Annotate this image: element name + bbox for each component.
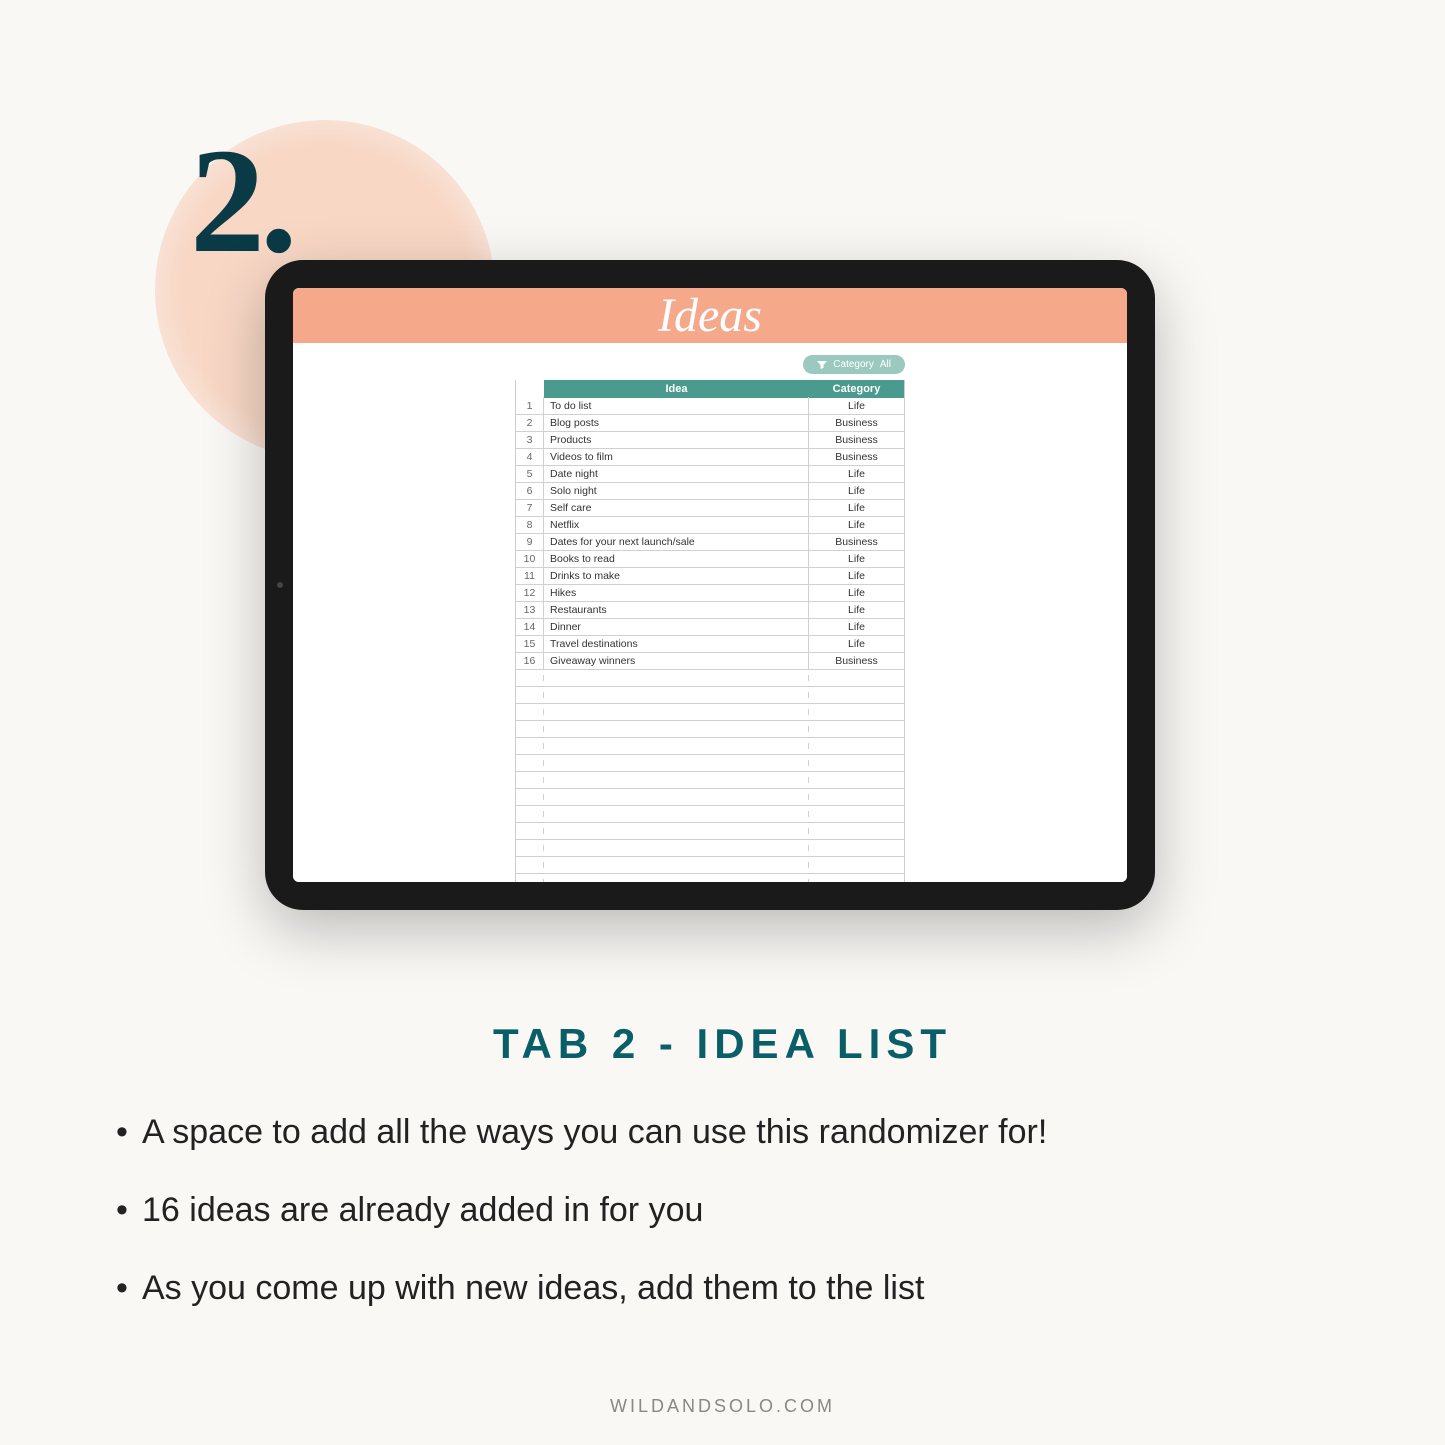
- row-number: 10: [516, 550, 544, 568]
- row-number: 6: [516, 482, 544, 500]
- ideas-table: Idea Category 1To do listLife2Blog posts…: [515, 380, 905, 882]
- row-category: Life: [809, 550, 904, 568]
- table-row[interactable]: 6Solo nightLife: [516, 483, 904, 500]
- table-row-empty[interactable]: [516, 840, 904, 857]
- row-number: 14: [516, 618, 544, 636]
- row-number: 16: [516, 652, 544, 670]
- row-idea: Travel destinations: [544, 635, 809, 653]
- bullet-item: A space to add all the ways you can use …: [110, 1110, 1335, 1156]
- table-row-empty[interactable]: [516, 806, 904, 823]
- row-number: 13: [516, 601, 544, 619]
- row-idea: Solo night: [544, 482, 809, 500]
- table-row-empty[interactable]: [516, 670, 904, 687]
- step-number: 2.: [190, 115, 293, 287]
- row-idea: Dinner: [544, 618, 809, 636]
- table-row[interactable]: 3ProductsBusiness: [516, 432, 904, 449]
- table-row-empty[interactable]: [516, 687, 904, 704]
- row-category: Business: [809, 414, 904, 432]
- section-title: TAB 2 - IDEA LIST: [0, 1020, 1445, 1068]
- table-row[interactable]: 12HikesLife: [516, 585, 904, 602]
- row-idea: Books to read: [544, 550, 809, 568]
- row-idea: Self care: [544, 499, 809, 517]
- row-idea: Netflix: [544, 516, 809, 534]
- table-row-empty[interactable]: [516, 772, 904, 789]
- app-header: Ideas: [293, 288, 1127, 343]
- table-row-empty[interactable]: [516, 721, 904, 738]
- row-idea: Drinks to make: [544, 567, 809, 585]
- table-row[interactable]: 15Travel destinationsLife: [516, 636, 904, 653]
- table-row[interactable]: 1To do listLife: [516, 398, 904, 415]
- row-category: Life: [809, 584, 904, 602]
- row-category: Life: [809, 499, 904, 517]
- row-idea: To do list: [544, 397, 809, 415]
- row-number: 15: [516, 635, 544, 653]
- row-category: Life: [809, 618, 904, 636]
- row-idea: Dates for your next launch/sale: [544, 533, 809, 551]
- table-row[interactable]: 14DinnerLife: [516, 619, 904, 636]
- table-row[interactable]: 8NetflixLife: [516, 517, 904, 534]
- row-category: Business: [809, 431, 904, 449]
- table-row-empty[interactable]: [516, 874, 904, 882]
- table-row[interactable]: 10Books to readLife: [516, 551, 904, 568]
- header-category: Category: [809, 380, 904, 398]
- bullet-item: 16 ideas are already added in for you: [110, 1188, 1335, 1234]
- table-row-empty[interactable]: [516, 823, 904, 840]
- table-row[interactable]: 16Giveaway winnersBusiness: [516, 653, 904, 670]
- row-number: 4: [516, 448, 544, 466]
- row-category: Business: [809, 652, 904, 670]
- row-category: Business: [809, 448, 904, 466]
- row-idea: Restaurants: [544, 601, 809, 619]
- filter-label: Category: [833, 359, 874, 370]
- table-row[interactable]: 9Dates for your next launch/saleBusiness: [516, 534, 904, 551]
- table-row[interactable]: 4Videos to filmBusiness: [516, 449, 904, 466]
- row-idea: Hikes: [544, 584, 809, 602]
- filter-row: Category All: [515, 355, 905, 374]
- header-idea: Idea: [544, 380, 809, 398]
- row-number: 9: [516, 533, 544, 551]
- row-category: Life: [809, 482, 904, 500]
- table-row-empty[interactable]: [516, 738, 904, 755]
- row-number: 2: [516, 414, 544, 432]
- tablet-frame: Ideas Category All Idea Category 1To do …: [265, 260, 1155, 910]
- table-row-empty[interactable]: [516, 789, 904, 806]
- row-idea: Giveaway winners: [544, 652, 809, 670]
- row-number: 8: [516, 516, 544, 534]
- row-category: Life: [809, 516, 904, 534]
- table-row-empty[interactable]: [516, 857, 904, 874]
- row-category: Life: [809, 567, 904, 585]
- app-title: Ideas: [658, 288, 762, 343]
- bullet-item: As you come up with new ideas, add them …: [110, 1266, 1335, 1312]
- table-row-empty[interactable]: [516, 755, 904, 772]
- filter-value: All: [880, 359, 891, 370]
- row-number: 3: [516, 431, 544, 449]
- footer-link: WILDANDSOLO.COM: [0, 1396, 1445, 1417]
- table-header: Idea Category: [516, 380, 904, 398]
- row-idea: Videos to film: [544, 448, 809, 466]
- row-category: Life: [809, 397, 904, 415]
- row-idea: Products: [544, 431, 809, 449]
- row-category: Business: [809, 533, 904, 551]
- bullet-list: A space to add all the ways you can use …: [110, 1110, 1335, 1344]
- app-body: Category All Idea Category 1To do listLi…: [293, 343, 1127, 882]
- table-row[interactable]: 5Date nightLife: [516, 466, 904, 483]
- row-number: 1: [516, 397, 544, 415]
- row-number: 5: [516, 465, 544, 483]
- table-row-empty[interactable]: [516, 704, 904, 721]
- row-idea: Date night: [544, 465, 809, 483]
- row-category: Life: [809, 635, 904, 653]
- table-row[interactable]: 2Blog postsBusiness: [516, 415, 904, 432]
- row-number: 12: [516, 584, 544, 602]
- table-row[interactable]: 11Drinks to makeLife: [516, 568, 904, 585]
- row-idea: Blog posts: [544, 414, 809, 432]
- filter-icon: [817, 361, 827, 369]
- table-row[interactable]: 7Self careLife: [516, 500, 904, 517]
- row-category: Life: [809, 601, 904, 619]
- table-row[interactable]: 13RestaurantsLife: [516, 602, 904, 619]
- row-number: 7: [516, 499, 544, 517]
- tablet-screen: Ideas Category All Idea Category 1To do …: [293, 288, 1127, 882]
- row-category: Life: [809, 465, 904, 483]
- row-number: 11: [516, 567, 544, 585]
- filter-chip[interactable]: Category All: [803, 355, 905, 374]
